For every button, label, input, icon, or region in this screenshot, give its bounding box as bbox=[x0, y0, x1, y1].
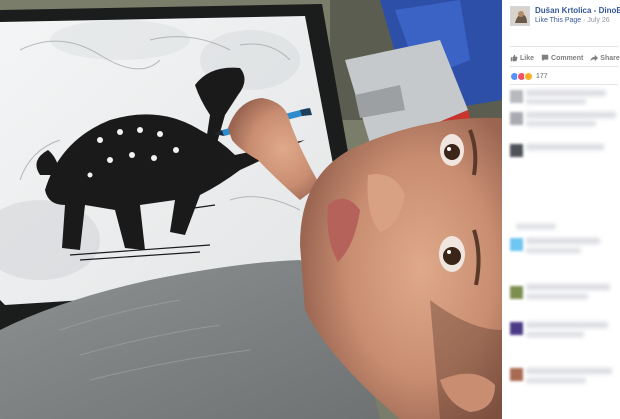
blurred-text bbox=[526, 332, 584, 337]
comment-icon bbox=[541, 54, 549, 62]
blurred-avatar bbox=[510, 144, 523, 157]
blurred-avatar bbox=[510, 368, 523, 381]
photo-illustration bbox=[0, 0, 502, 419]
page-name-link[interactable]: Dušan Krtolica - DinoBoy bbox=[535, 6, 620, 15]
blurred-text bbox=[526, 378, 586, 383]
avatar-image bbox=[511, 7, 529, 25]
like-page-link[interactable]: Like This Page bbox=[535, 17, 581, 24]
blurred-text bbox=[526, 112, 616, 118]
comment-button[interactable]: Comment bbox=[541, 52, 583, 64]
comment-label: Comment bbox=[551, 54, 584, 62]
divider bbox=[510, 84, 618, 85]
thumbs-up-icon bbox=[510, 54, 518, 62]
post-actions: Like Comment Share bbox=[510, 52, 620, 64]
post-date[interactable]: July 26 bbox=[587, 17, 609, 24]
like-button[interactable]: Like bbox=[510, 52, 534, 64]
reaction-summary[interactable]: 177 bbox=[510, 71, 548, 82]
blurred-text bbox=[516, 224, 556, 229]
blurred-text bbox=[526, 248, 581, 253]
post-header: Dušan Krtolica - DinoBoy Like This Page … bbox=[510, 6, 620, 28]
post-sidebar: Dušan Krtolica - DinoBoy Like This Page … bbox=[502, 0, 620, 419]
blurred-text bbox=[526, 284, 610, 290]
like-label: Like bbox=[520, 54, 535, 62]
share-button[interactable]: Share bbox=[590, 52, 620, 64]
share-label: Share bbox=[600, 54, 620, 62]
blurred-avatar bbox=[510, 90, 523, 103]
blurred-text bbox=[526, 121, 596, 126]
post-photo[interactable] bbox=[0, 0, 502, 419]
blurred-text bbox=[526, 368, 612, 374]
blurred-text bbox=[526, 144, 604, 150]
share-icon bbox=[590, 54, 599, 62]
post-meta: Like This Page · July 26 bbox=[535, 17, 610, 24]
wow-icon bbox=[524, 72, 533, 81]
blurred-avatar bbox=[510, 286, 523, 299]
page-avatar[interactable] bbox=[510, 6, 530, 26]
blurred-text bbox=[526, 99, 586, 104]
blurred-text bbox=[526, 322, 608, 328]
blurred-text bbox=[526, 90, 606, 96]
blurred-avatar bbox=[510, 238, 523, 251]
divider bbox=[510, 46, 618, 47]
blurred-avatar bbox=[510, 322, 523, 335]
blurred-avatar bbox=[510, 112, 523, 125]
blurred-text bbox=[526, 294, 588, 299]
divider bbox=[510, 66, 618, 67]
reaction-count: 177 bbox=[536, 73, 548, 80]
blurred-text bbox=[526, 238, 600, 244]
